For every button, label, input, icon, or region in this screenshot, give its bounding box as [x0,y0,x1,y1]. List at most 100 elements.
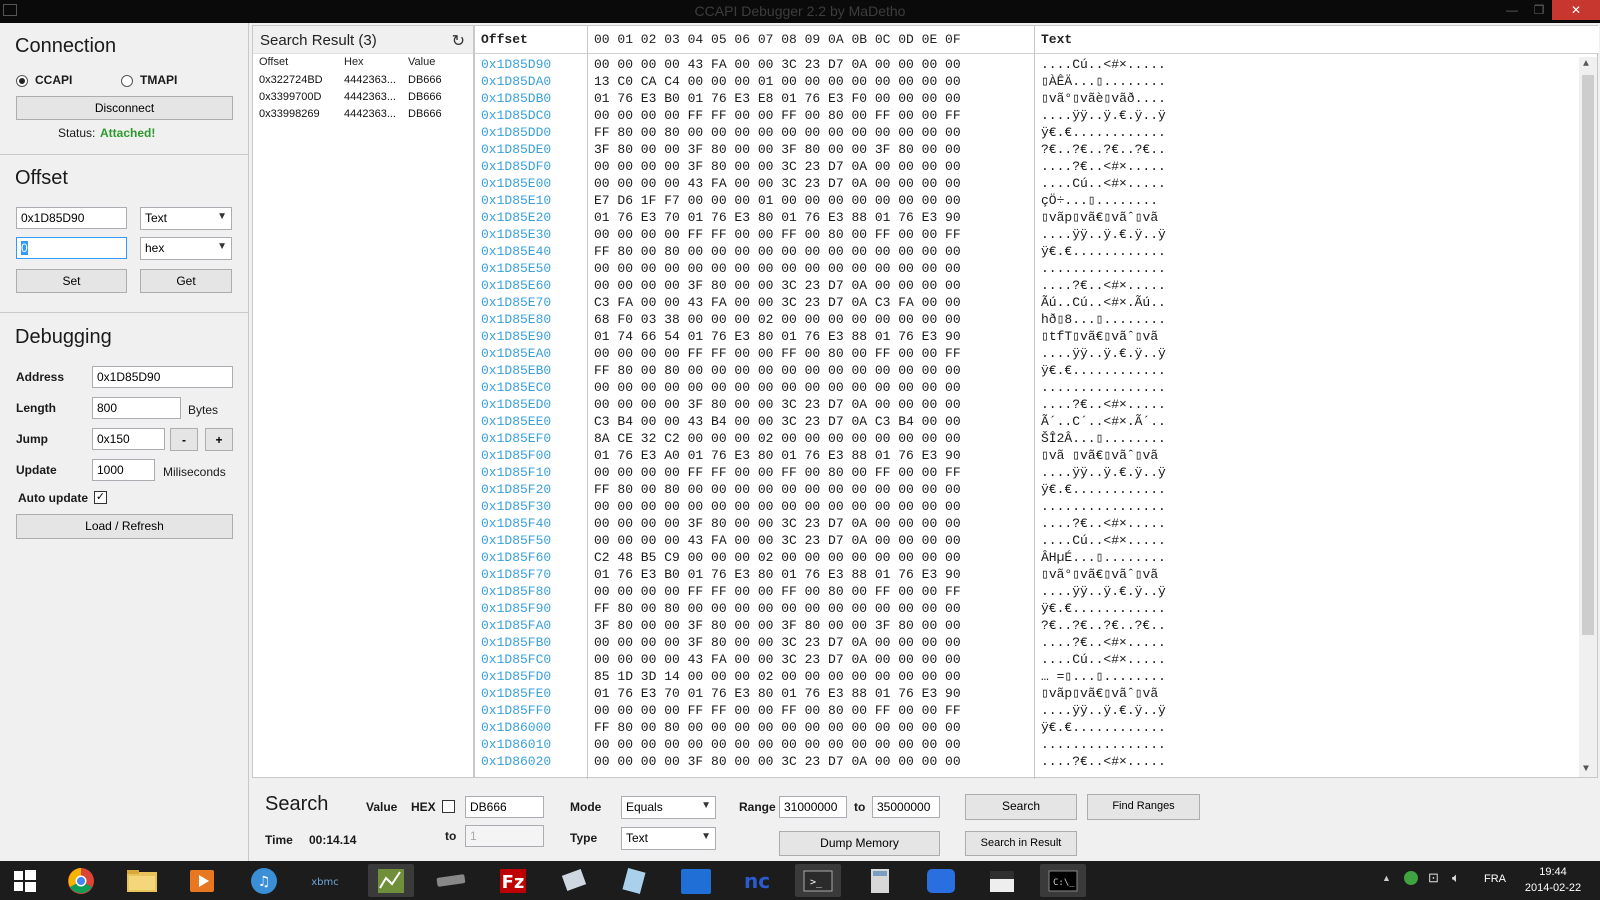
hex-line-bytes[interactable]: E7 D6 1F F7 00 00 00 01 00 00 00 00 00 0… [594,193,961,208]
xbmc-icon[interactable]: xbmc [302,864,348,897]
hex-line-bytes[interactable]: 00 00 00 00 3F 80 00 00 3C 23 D7 0A 00 0… [594,754,961,769]
hex-line-bytes[interactable]: 00 00 00 00 00 00 00 00 00 00 00 00 00 0… [594,737,961,752]
jump-minus-button[interactable]: - [170,428,198,451]
hex-line-bytes[interactable]: 8A CE 32 C2 00 00 00 02 00 00 00 00 00 0… [594,431,961,446]
hex-line-offset[interactable]: 0x1D85E80 [481,312,551,327]
jump-plus-button[interactable]: + [205,428,233,451]
dump-memory-button[interactable]: Dump Memory [779,831,940,856]
hex-line-bytes[interactable]: FF 80 00 80 00 00 00 00 00 00 00 00 00 0… [594,601,961,616]
hex-line-bytes[interactable]: FF 80 00 80 00 00 00 00 00 00 00 00 00 0… [594,363,961,378]
offset-value-input[interactable]: 0 [16,237,127,259]
scroll-up-icon[interactable]: ▲ [1583,59,1589,70]
offset-address-input[interactable]: 0x1D85D90 [16,207,127,229]
hex-line-offset[interactable]: 0x1D85F30 [481,499,551,514]
hex-line-offset[interactable]: 0x1D85FA0 [481,618,551,633]
hex-view[interactable]: Offset 00 01 02 03 04 05 06 07 08 09 0A … [474,25,1599,779]
cmd-icon[interactable]: C:\_ [1040,864,1086,897]
hex-line-bytes[interactable]: 00 00 00 00 FF FF 00 00 FF 00 80 00 FF 0… [594,465,961,480]
hex-line-bytes[interactable]: 00 00 00 00 3F 80 00 00 3C 23 D7 0A 00 0… [594,397,961,412]
hex-line-offset[interactable]: 0x1D85EB0 [481,363,551,378]
hex-line-offset[interactable]: 0x1D85E90 [481,329,551,344]
hex-line-bytes[interactable]: 85 1D 3D 14 00 00 00 02 00 00 00 00 00 0… [594,669,961,684]
hex-line-offset[interactable]: 0x1D85DB0 [481,91,551,106]
calculator-icon[interactable] [857,864,903,897]
search-button[interactable]: Search [965,794,1077,820]
start-button[interactable] [2,864,48,897]
tray-app-icon[interactable] [1404,871,1418,885]
network-icon[interactable]: ⊡ [1428,870,1439,886]
hex-line-offset[interactable]: 0x1D85E00 [481,176,551,191]
length-input[interactable]: 800 [92,397,181,419]
set-button[interactable]: Set [16,269,127,293]
itunes-icon[interactable]: ♫ [241,864,287,897]
hex-line-bytes[interactable]: 00 00 00 00 3F 80 00 00 3C 23 D7 0A 00 0… [594,278,961,293]
tools-icon[interactable] [552,864,598,897]
hex-line-bytes[interactable]: 00 00 00 00 3F 80 00 00 3C 23 D7 0A 00 0… [594,635,961,650]
hex-line-offset[interactable]: 0x1D85E40 [481,244,551,259]
close-icon[interactable]: ✕ [1552,0,1600,20]
auto-update-checkbox[interactable]: ✓ [94,491,107,504]
volume-icon[interactable]: 🔈︎ [1452,870,1460,886]
hex-line-offset[interactable]: 0x1D85DA0 [481,74,551,89]
hex-line-offset[interactable]: 0x1D85F10 [481,465,551,480]
hex-line-offset[interactable]: 0x1D85DF0 [481,159,551,174]
minimize-icon[interactable]: — [1498,0,1526,20]
hex-line-offset[interactable]: 0x1D85F60 [481,550,551,565]
hex-line-bytes[interactable]: 00 00 00 00 3F 80 00 00 3C 23 D7 0A 00 0… [594,159,961,174]
hex-line-bytes[interactable]: FF 80 00 80 00 00 00 00 00 00 00 00 00 0… [594,244,961,259]
filezilla-icon[interactable]: Fz [490,864,536,897]
hex-line-bytes[interactable]: 00 00 00 00 43 FA 00 00 3C 23 D7 0A 00 0… [594,176,961,191]
hex-line-bytes[interactable]: 01 76 E3 A0 01 76 E3 80 01 76 E3 88 01 7… [594,448,961,463]
table-row[interactable]: 0x3399700D 4442363... DB666 [253,89,473,106]
mode-select[interactable]: Equals ▼ [621,796,716,819]
hex-line-offset[interactable]: 0x1D85FF0 [481,703,551,718]
hex-line-offset[interactable]: 0x1D85EE0 [481,414,551,429]
find-ranges-button[interactable]: Find Ranges [1087,794,1200,820]
jump-input[interactable]: 0x150 [92,428,165,450]
search-to-input[interactable]: 1 [465,825,544,847]
hex-line-bytes[interactable]: 3F 80 00 00 3F 80 00 00 3F 80 00 00 3F 8… [594,142,961,157]
hex-line-offset[interactable]: 0x1D85FD0 [481,669,551,684]
clock[interactable]: 19:44 2014-02-22 [1518,864,1588,896]
hex-line-bytes[interactable]: 00 00 00 00 FF FF 00 00 FF 00 80 00 FF 0… [594,108,961,123]
tray-arrow-icon[interactable]: ▲ [1382,873,1391,883]
hex-line-offset[interactable]: 0x1D85E30 [481,227,551,242]
hex-line-bytes[interactable]: 00 00 00 00 FF FF 00 00 FF 00 80 00 FF 0… [594,703,961,718]
hex-line-bytes[interactable]: 00 00 00 00 00 00 00 00 00 00 00 00 00 0… [594,499,961,514]
hex-line-offset[interactable]: 0x1D85EC0 [481,380,551,395]
hex-line-offset[interactable]: 0x1D85F90 [481,601,551,616]
offset-type-select[interactable]: Text ▼ [140,207,232,230]
hex-line-bytes[interactable]: 00 00 00 00 00 00 00 00 00 00 00 00 00 0… [594,261,961,276]
netcheat-icon[interactable]: nc [734,864,780,897]
table-row[interactable]: 0x33998269 4442363... DB666 [253,106,473,123]
hex-line-bytes[interactable]: FF 80 00 80 00 00 00 00 00 00 00 00 00 0… [594,125,961,140]
hex-line-bytes[interactable]: 00 00 00 00 3F 80 00 00 3C 23 D7 0A 00 0… [594,516,961,531]
refresh-icon[interactable]: ↻ [452,31,465,51]
hex-line-bytes[interactable]: FF 80 00 80 00 00 00 00 00 00 00 00 00 0… [594,720,961,735]
hex-line-offset[interactable]: 0x1D85E70 [481,295,551,310]
ps3-console-icon[interactable] [428,864,474,897]
hex-line-offset[interactable]: 0x1D85F80 [481,584,551,599]
hex-line-offset[interactable]: 0x1D85EF0 [481,431,551,446]
hex-line-offset[interactable]: 0x1D85E10 [481,193,551,208]
chrome-icon[interactable] [58,864,104,897]
hex-line-bytes[interactable]: 3F 80 00 00 3F 80 00 00 3F 80 00 00 3F 8… [594,618,961,633]
hex-line-offset[interactable]: 0x1D85F20 [481,482,551,497]
media-player-icon[interactable] [180,864,226,897]
terminal-app-icon[interactable]: >_ [795,864,841,897]
load-refresh-button[interactable]: Load / Refresh [16,514,233,539]
hex-line-offset[interactable]: 0x1D85F70 [481,567,551,582]
table-row[interactable]: 0x322724BD 4442363... DB666 [253,72,473,89]
get-button[interactable]: Get [140,269,232,293]
range-from-input[interactable]: 31000000 [779,796,847,818]
hex-line-bytes[interactable]: 00 00 00 00 00 00 00 00 00 00 00 00 00 0… [594,380,961,395]
disconnect-button[interactable]: Disconnect [16,96,233,120]
hex-line-bytes[interactable]: 00 00 00 00 FF FF 00 00 FF 00 80 00 FF 0… [594,584,961,599]
hex-line-bytes[interactable]: 68 F0 03 38 00 00 00 02 00 00 00 00 00 0… [594,312,961,327]
hex-line-offset[interactable]: 0x1D85D90 [481,57,551,72]
hex-line-offset[interactable]: 0x1D85F00 [481,448,551,463]
radio-tmapi[interactable] [121,75,133,87]
hex-line-bytes[interactable]: 01 76 E3 B0 01 76 E3 E8 01 76 E3 F0 00 0… [594,91,961,106]
file-explorer-icon[interactable] [119,864,165,897]
chart-app-icon[interactable] [368,864,414,897]
